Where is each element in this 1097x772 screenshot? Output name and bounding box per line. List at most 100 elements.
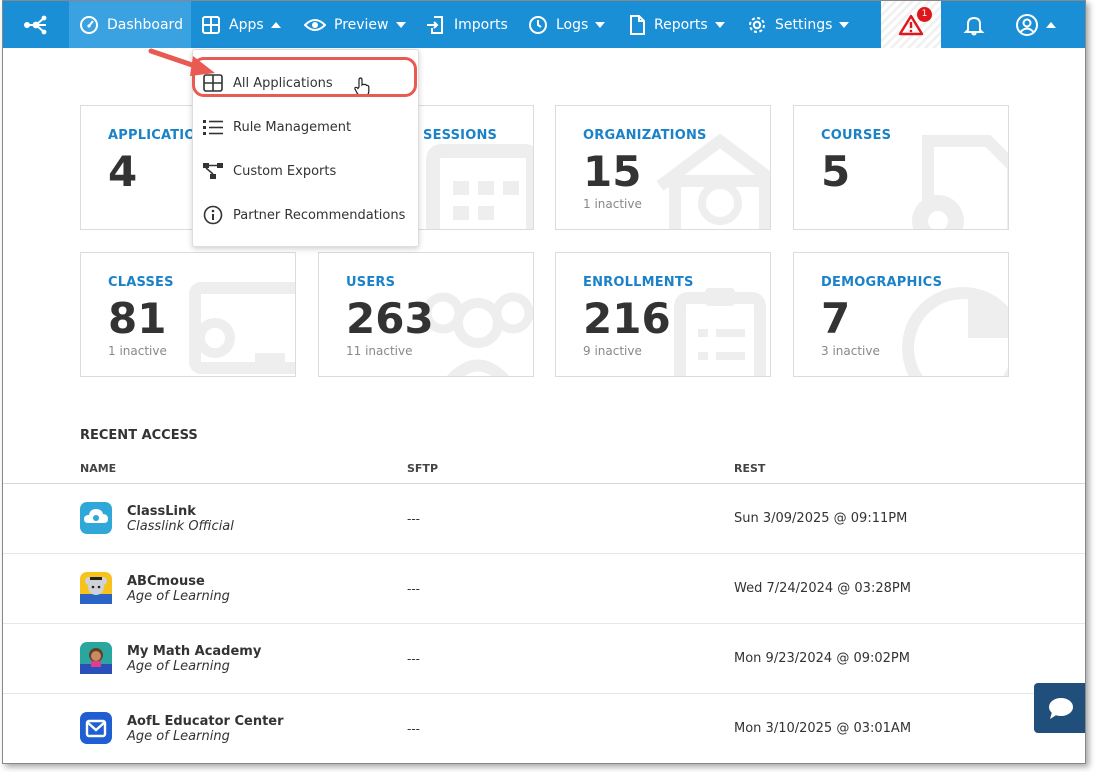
menu-item-all-applications[interactable]: All Applications [193, 63, 418, 103]
nav-logs[interactable]: Logs [528, 1, 606, 48]
stat-value: 4 [108, 147, 138, 196]
notifications-button[interactable] [963, 1, 985, 48]
app-name[interactable]: ABCmouse [127, 574, 205, 589]
building-bg-icon [656, 133, 770, 229]
gauge-icon [80, 15, 98, 34]
stat-title: CLASSES [108, 275, 174, 290]
stat-card-classes[interactable]: CLASSES 81 1 inactive [80, 252, 296, 377]
gear-icon [749, 16, 765, 33]
table-row[interactable]: AofL Educator Center Age of Learning ---… [3, 694, 1085, 763]
stat-card-organizations[interactable]: ORGANIZATIONS 15 1 inactive [555, 105, 771, 230]
nav-reports-label: Reports [654, 16, 708, 33]
table-row[interactable]: ABCmouse Age of Learning --- Wed 7/24/20… [3, 554, 1085, 624]
nav-imports-label: Imports [454, 16, 508, 33]
nav-logs-label: Logs [556, 16, 589, 33]
app-vendor: Age of Learning [127, 659, 230, 674]
pie-chart-bg-icon [902, 287, 1008, 376]
caret-down-icon [595, 21, 606, 28]
nav-imports[interactable]: Imports [426, 1, 508, 48]
nav-dashboard-label: Dashboard [107, 16, 183, 33]
stat-value: 263 [346, 294, 434, 343]
stat-title: DEMOGRAPHICS [821, 275, 943, 290]
annotation-arrow-icon [148, 48, 215, 76]
nav-settings-label: Settings [775, 16, 833, 33]
caret-down-icon [395, 21, 406, 28]
stat-value: 5 [821, 147, 851, 196]
hand-pointer-icon [353, 77, 370, 97]
eye-icon [304, 18, 326, 31]
menu-item-label: Rule Management [233, 119, 352, 135]
app-name[interactable]: AofL Educator Center [127, 714, 284, 729]
nav-preview[interactable]: Preview [304, 1, 407, 48]
user-menu[interactable] [1015, 1, 1057, 48]
alert-count-badge: 1 [917, 7, 932, 22]
logo[interactable] [3, 1, 69, 48]
classroom-bg-icon [189, 282, 295, 374]
abcmouse-app-icon [80, 572, 112, 604]
caret-up-icon [270, 21, 281, 28]
stat-title: USERS [346, 275, 396, 290]
info-icon [203, 205, 223, 225]
menu-item-label: All Applications [233, 75, 333, 91]
chat-button[interactable] [1034, 683, 1085, 733]
menu-item-label: Partner Recommendations [233, 207, 406, 223]
app-vendor: Age of Learning [127, 729, 230, 744]
app-window: Dashboard Apps Preview Imports Logs Repo… [2, 0, 1086, 764]
document-icon [630, 14, 645, 35]
app-vendor: Age of Learning [127, 589, 230, 604]
caret-up-icon [1046, 21, 1056, 28]
stat-card-enrollments[interactable]: ENROLLMENTS 216 9 inactive [555, 252, 771, 377]
stat-card-users[interactable]: USERS 263 11 inactive [318, 252, 534, 377]
alert-button[interactable]: 1 [881, 1, 941, 48]
rest-last-access: Mon 9/23/2024 @ 09:02PM [734, 651, 910, 666]
nav-reports[interactable]: Reports [628, 1, 726, 48]
stat-subtext: 1 inactive [108, 344, 167, 358]
table-row[interactable]: ClassLink Classlink Official --- Sun 3/0… [3, 484, 1085, 554]
network-logo-icon [24, 15, 47, 34]
stat-subtext: 1 inactive [583, 197, 642, 211]
stat-title: SESSIONS [423, 128, 498, 143]
app-vendor: Classlink Official [127, 519, 234, 534]
sftp-value: --- [407, 652, 420, 666]
menu-item-label: Custom Exports [233, 163, 337, 179]
column-header-name[interactable]: NAME [80, 462, 116, 475]
caret-down-icon [714, 21, 725, 28]
table-row[interactable]: My Math Academy Age of Learning --- Mon … [3, 624, 1085, 694]
rest-last-access: Mon 3/10/2025 @ 03:01AM [734, 721, 912, 736]
app-name[interactable]: ClassLink [127, 504, 196, 519]
nav-settings[interactable]: Settings [747, 1, 850, 48]
menu-item-partner-recommendations[interactable]: Partner Recommendations [193, 195, 418, 235]
app-name[interactable]: My Math Academy [127, 644, 261, 659]
menu-item-rule-management[interactable]: Rule Management [193, 107, 418, 147]
stat-card-demographics[interactable]: DEMOGRAPHICS 7 3 inactive [793, 252, 1009, 377]
sftp-value: --- [407, 582, 420, 596]
apps-dropdown-menu: All Applications Rule Management Custom … [192, 49, 419, 247]
sftp-value: --- [407, 722, 420, 736]
stat-card-courses[interactable]: COURSES 5 [793, 105, 1009, 230]
grid-icon [202, 15, 220, 34]
bell-icon [963, 16, 985, 35]
stat-title: ORGANIZATIONS [583, 128, 707, 143]
nav-apps-label: Apps [229, 16, 264, 33]
sftp-value: --- [407, 512, 420, 526]
rest-last-access: Wed 7/24/2024 @ 03:28PM [734, 581, 911, 596]
clipboard-bg-icon [674, 288, 766, 376]
menu-item-custom-exports[interactable]: Custom Exports [193, 151, 418, 191]
stat-title: ENROLLMENTS [583, 275, 694, 290]
stat-value: 7 [821, 294, 851, 343]
course-bg-icon [912, 135, 1008, 229]
my-math-academy-app-icon [80, 642, 112, 674]
stat-value: 216 [583, 294, 671, 343]
stat-value: 15 [583, 147, 642, 196]
nav-preview-label: Preview [334, 16, 389, 33]
import-icon [427, 15, 443, 34]
classlink-app-icon [80, 502, 112, 534]
stat-subtext: 9 inactive [583, 344, 642, 358]
column-header-sftp[interactable]: SFTP [407, 462, 438, 475]
column-header-rest[interactable]: REST [734, 462, 765, 475]
caret-down-icon [839, 21, 850, 28]
aofl-educator-app-icon [80, 712, 112, 744]
list-icon [203, 120, 223, 135]
stat-title: COURSES [821, 128, 892, 143]
stat-subtext: 11 inactive [346, 344, 413, 358]
